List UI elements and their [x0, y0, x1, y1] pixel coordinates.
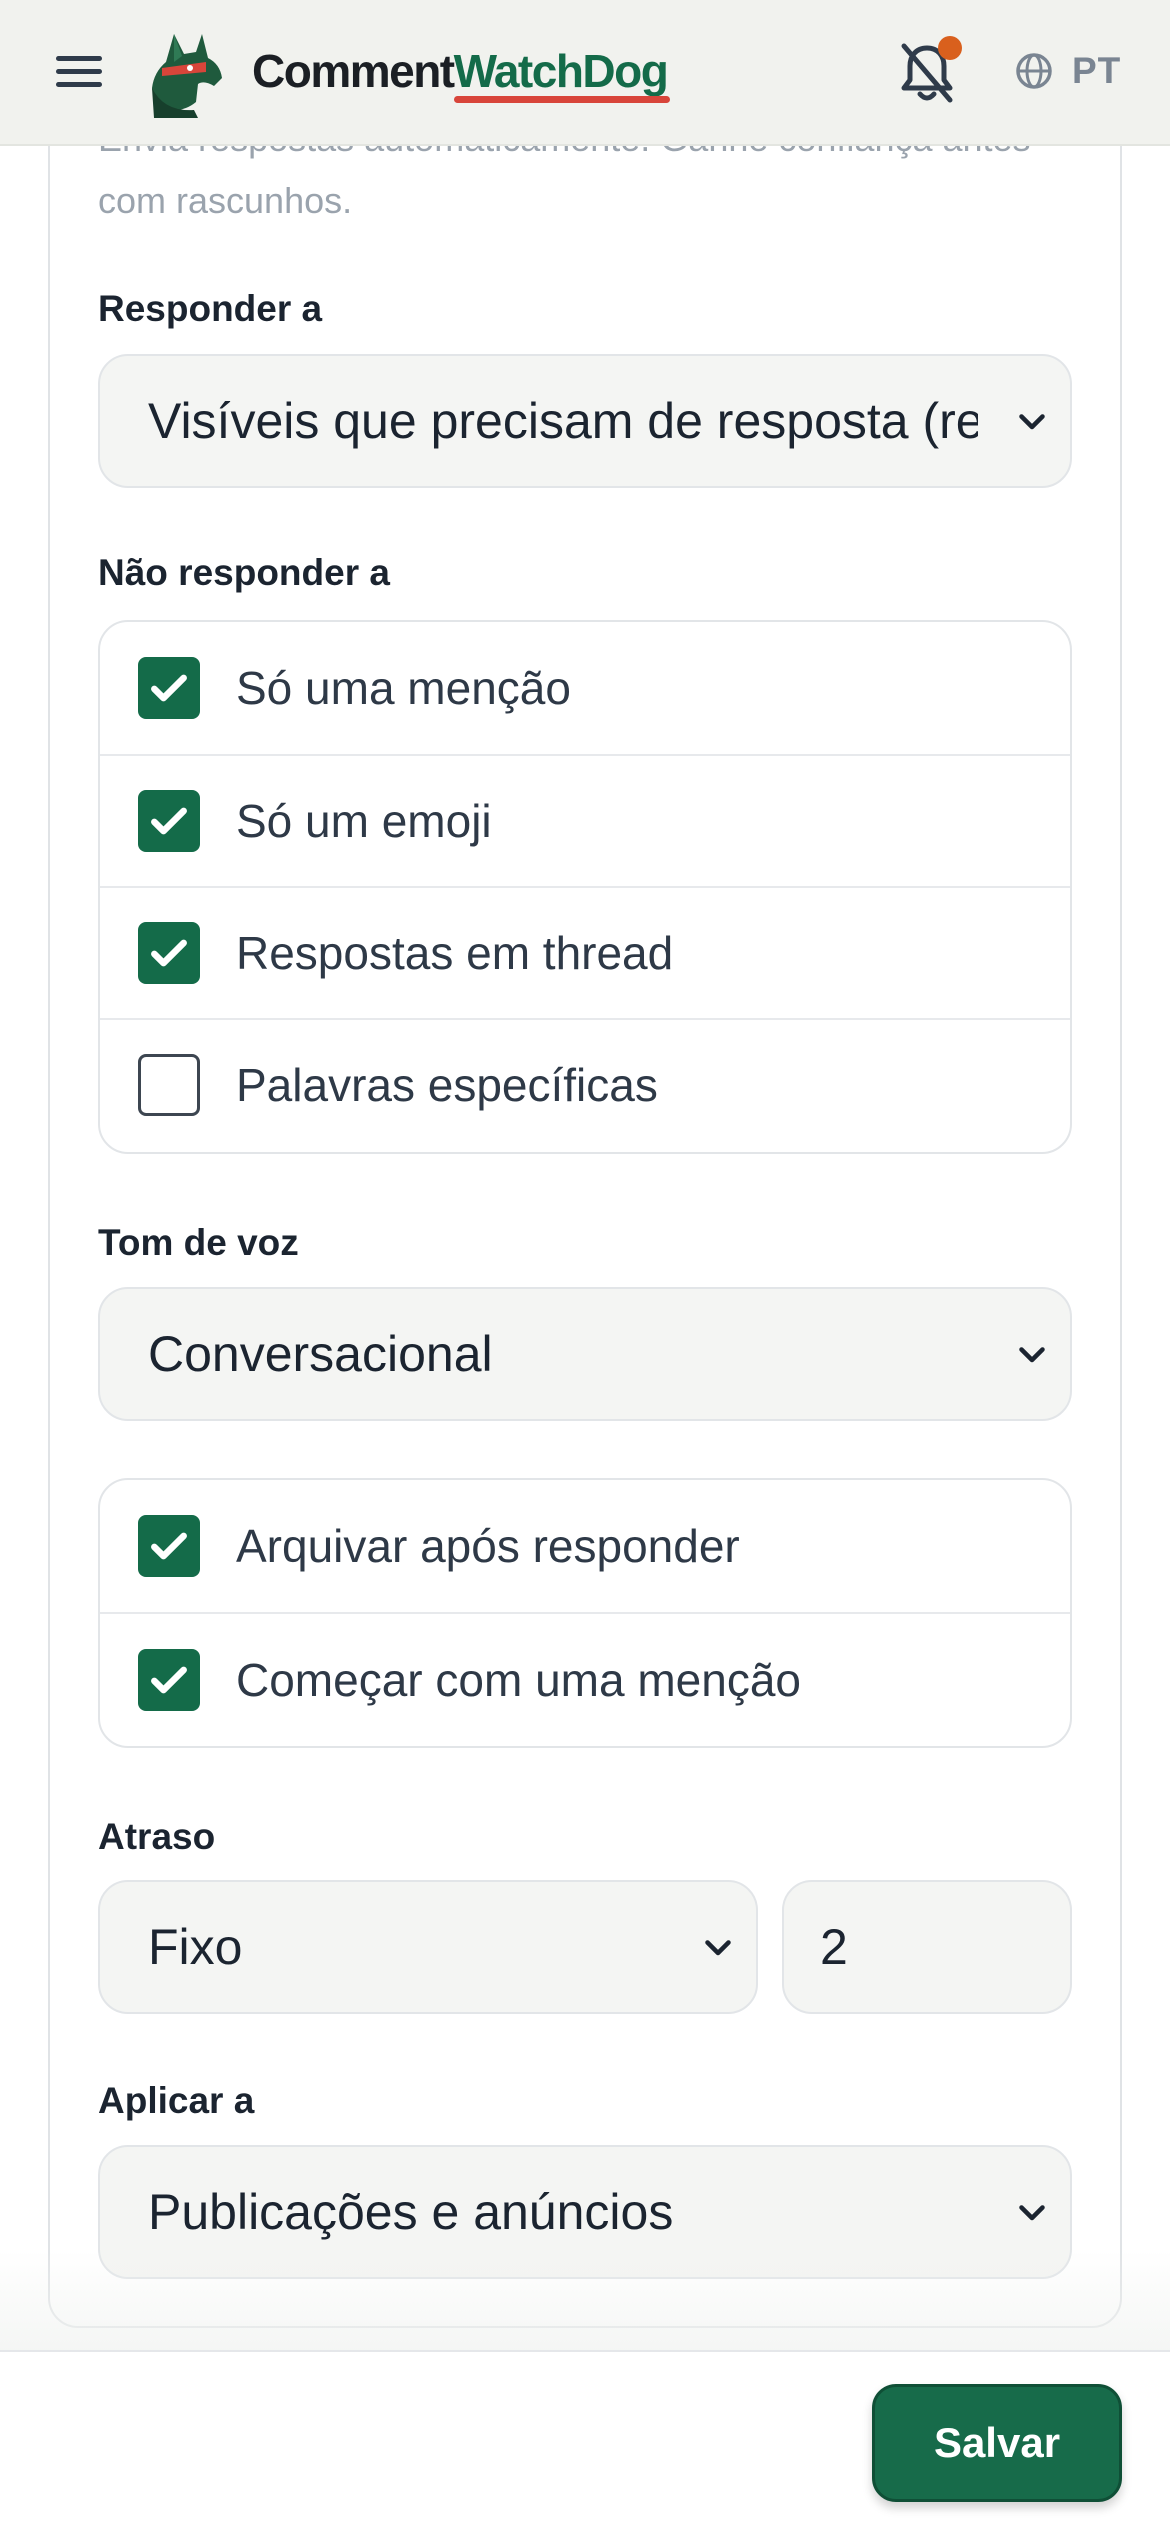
language-code: PT [1072, 50, 1122, 91]
chevron-down-icon [1019, 414, 1045, 430]
brand-underline [454, 96, 670, 103]
save-button[interactable]: Salvar [872, 2384, 1122, 2502]
check-icon [151, 674, 187, 702]
app-header: CommentWatchDog PT [0, 0, 1170, 146]
language-switcher[interactable]: PT [1014, 50, 1121, 92]
check-icon [151, 1666, 187, 1694]
checkbox-checked[interactable] [138, 790, 200, 852]
check-icon [151, 807, 187, 835]
option-start-with-mention[interactable]: Começar com uma menção [100, 1612, 1070, 1746]
option-label: Respostas em thread [236, 927, 674, 979]
option-label: Palavras específicas [236, 1059, 658, 1111]
check-icon [151, 939, 187, 967]
reply-to-select[interactable]: Visíveis que precisam de resposta (recom… [98, 354, 1072, 488]
apply-to-label: Aplicar a [98, 2080, 255, 2121]
delay-amount-value: 2 [820, 1919, 848, 1975]
tone-value: Conversacional [148, 1326, 493, 1382]
check-icon [151, 1532, 187, 1560]
checkbox-checked[interactable] [138, 657, 200, 719]
brand-name: CommentWatchDog [252, 45, 669, 97]
delay-label: Atraso [98, 1816, 216, 1857]
option-label: Só um emoji [236, 795, 492, 847]
reply-to-value: Visíveis que precisam de resposta (recom… [148, 393, 978, 449]
option-label: Começar com uma menção [236, 1654, 801, 1706]
option-archive-after-reply[interactable]: Arquivar após responder [100, 1480, 1070, 1612]
menu-icon [56, 56, 102, 61]
do-not-reply-label: Não responder a [98, 552, 390, 593]
hamburger-menu-button[interactable] [56, 56, 102, 90]
chevron-down-icon [1019, 2205, 1045, 2221]
globe-icon [1016, 53, 1052, 89]
option-label: Só uma menção [236, 662, 571, 714]
notification-badge [938, 36, 962, 60]
chevron-down-icon [705, 1940, 731, 1956]
checkbox-unchecked[interactable] [138, 1054, 200, 1116]
do-not-reply-options: Só uma menção Só um emoji Respostas em t… [98, 620, 1072, 1154]
tone-label: Tom de voz [98, 1222, 299, 1263]
checkbox-checked[interactable] [138, 922, 200, 984]
reply-to-label: Responder a [98, 288, 323, 329]
option-only-mention[interactable]: Só uma menção [100, 622, 1070, 754]
option-specific-words[interactable]: Palavras específicas [100, 1018, 1070, 1150]
delay-amount-input[interactable]: 2 [782, 1880, 1072, 2014]
watchdog-logo-icon [152, 34, 222, 118]
checkbox-checked[interactable] [138, 1649, 200, 1711]
delay-mode-value: Fixo [148, 1919, 243, 1975]
extra-options: Arquivar após responder Começar com uma … [98, 1478, 1072, 1748]
apply-to-value: Publicações e anúncios [148, 2184, 674, 2240]
chevron-down-icon [1019, 1347, 1045, 1363]
delay-mode-select[interactable]: Fixo [98, 1880, 758, 2014]
scroll-fade [0, 2250, 1170, 2350]
option-only-emoji[interactable]: Só um emoji [100, 754, 1070, 886]
option-thread-replies[interactable]: Respostas em thread [100, 886, 1070, 1018]
checkbox-checked[interactable] [138, 1515, 200, 1577]
option-label: Arquivar após responder [236, 1520, 740, 1572]
tone-select[interactable]: Conversacional [98, 1287, 1072, 1421]
